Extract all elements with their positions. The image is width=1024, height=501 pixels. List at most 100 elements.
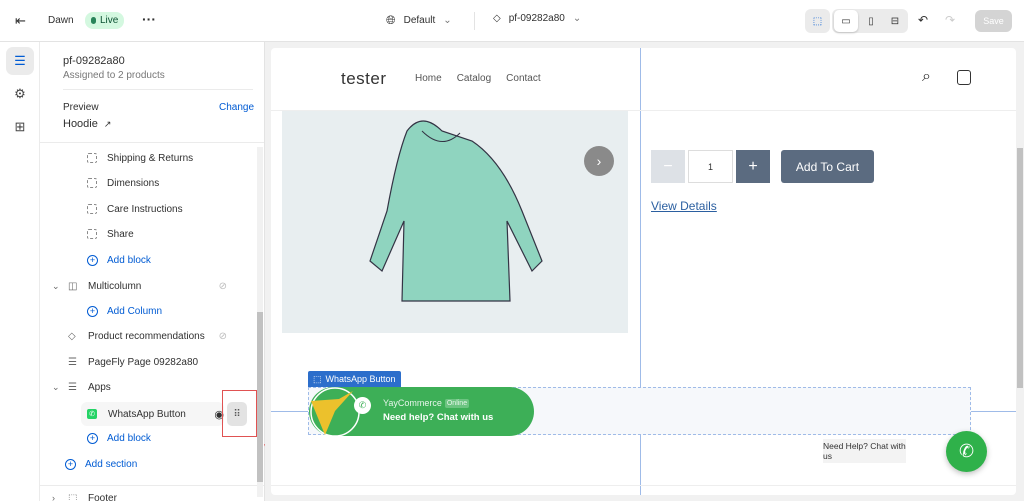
block-item[interactable]: Shipping & Returns: [87, 148, 193, 168]
desktop-view-button[interactable]: ▭: [834, 10, 858, 32]
fullwidth-icon: ⊟: [890, 15, 900, 27]
template-selector[interactable]: 🌐︎ Default ⌄: [386, 13, 452, 28]
cart-icon[interactable]: [957, 70, 971, 85]
sections-button[interactable]: ☰: [6, 47, 34, 75]
undo-icon[interactable]: ↶: [918, 13, 928, 27]
section-icon: ☰: [68, 356, 77, 368]
chevron-down-icon: ⌄: [52, 381, 60, 392]
section-apps[interactable]: ⌄ ☰ Apps: [52, 377, 111, 397]
store-logo[interactable]: tester: [341, 69, 387, 89]
mobile-icon: ▯: [868, 15, 874, 27]
tag-icon: ◇: [493, 13, 501, 24]
qty-decrease-button[interactable]: −: [651, 150, 685, 183]
block-item[interactable]: Dimensions: [87, 173, 159, 193]
canvas-scrollbar[interactable]: [1016, 48, 1024, 495]
page-name: pf-09282a80: [63, 55, 125, 67]
section-pagefly[interactable]: ☰ PageFly Page 09282a80: [68, 352, 198, 372]
divider: [271, 485, 1016, 486]
desktop-icon: ▭: [841, 15, 851, 27]
search-icon[interactable]: ⌕: [922, 68, 931, 86]
inspector-button[interactable]: ⬚: [805, 9, 830, 33]
product-image: ›: [282, 111, 628, 333]
section-footer[interactable]: › ⬚ Footer: [52, 488, 117, 501]
qty-input[interactable]: 1: [688, 150, 733, 183]
template-label: Default: [403, 15, 436, 26]
exit-icon[interactable]: ⇤: [15, 13, 26, 29]
plus-icon: +: [87, 432, 98, 444]
brand-line: YayCommerce Online: [383, 398, 470, 408]
settings-button[interactable]: ⚙: [6, 80, 34, 108]
selected-block-tag[interactable]: ⬚ WhatsApp Button: [308, 371, 401, 387]
fullwidth-view-button[interactable]: ⊟: [884, 10, 906, 32]
block-item[interactable]: Share: [87, 224, 134, 244]
columns-icon: ◫: [68, 280, 78, 292]
qty-increase-button[interactable]: +: [736, 150, 770, 183]
preview-label: Preview: [63, 102, 99, 113]
next-image-button[interactable]: ›: [584, 146, 614, 176]
section-label: Apps: [88, 381, 111, 393]
chevron-right-icon: ›: [52, 493, 55, 501]
save-button[interactable]: Save: [975, 10, 1012, 32]
nav-home[interactable]: Home: [415, 73, 442, 84]
change-link[interactable]: Change: [219, 102, 254, 113]
store-nav: Home Catalog Contact: [415, 73, 541, 84]
scrollbar-thumb[interactable]: [1017, 148, 1023, 388]
plus-icon: +: [65, 458, 76, 470]
hidden-eye-icon[interactable]: ⊘: [219, 331, 227, 342]
plus-icon: +: [87, 305, 98, 317]
preview-product-link[interactable]: Hoodie ↗: [63, 118, 111, 130]
divider: [474, 12, 475, 30]
section-icon: ⬚: [68, 492, 78, 501]
block-label: WhatsApp Button: [108, 408, 186, 420]
block-item[interactable]: Care Instructions: [87, 199, 183, 219]
section-label: PageFly Page 09282a80: [88, 356, 199, 368]
hidden-eye-icon[interactable]: ⊘: [219, 281, 227, 292]
page-selector[interactable]: ◇ pf-09282a80 ⌄: [493, 13, 581, 24]
gear-icon: ⚙: [14, 86, 26, 101]
more-icon[interactable]: ···: [142, 11, 156, 27]
nav-catalog[interactable]: Catalog: [457, 73, 491, 84]
view-details-link[interactable]: View Details: [651, 199, 717, 213]
section-multicolumn[interactable]: ⌄ ◫ Multicolumn ⊘: [52, 276, 227, 296]
block-icon: [87, 229, 97, 239]
add-block-button[interactable]: + Add block: [87, 428, 151, 448]
add-section-label: Add section: [85, 458, 138, 470]
block-icon: [87, 178, 97, 188]
nav-contact[interactable]: Contact: [506, 73, 540, 84]
divider: [63, 89, 253, 90]
globe-icon: 🌐︎: [386, 13, 396, 27]
redo-icon[interactable]: ↷: [945, 13, 955, 27]
divider: [40, 142, 264, 143]
section-label: Product recommendations: [88, 330, 205, 342]
brand-name: YayCommerce: [383, 398, 442, 408]
add-block-button[interactable]: + Add block: [87, 250, 151, 270]
assigned-text: Assigned to 2 products: [63, 70, 165, 81]
highlight-box: [222, 390, 257, 437]
section-label: Footer: [88, 492, 117, 501]
floating-whatsapp-button[interactable]: ✆: [946, 431, 987, 472]
store-page: tester Home Catalog Contact ⌕ › − 1 + Add …: [271, 48, 1016, 495]
whatsapp-icon: ✆: [958, 441, 975, 461]
plus-icon: +: [87, 254, 98, 266]
sidebar: pf-09282a80 Assigned to 2 products Previ…: [40, 42, 265, 501]
avatar: [310, 387, 360, 437]
whatsapp-chat-button[interactable]: ✆ YayCommerce Online Need help? Chat with…: [309, 387, 534, 437]
add-section-button[interactable]: + Add section: [65, 454, 137, 474]
add-to-cart-button[interactable]: Add To Cart: [781, 150, 874, 183]
chevron-down-icon: ⌄: [52, 280, 60, 291]
block-label: Share: [107, 228, 134, 240]
hoodie-image: [369, 120, 543, 302]
block-icon: [87, 153, 97, 163]
block-tag-label: WhatsApp Button: [325, 374, 396, 384]
block-icon: ⬚: [313, 373, 322, 384]
tag-icon: ◇: [68, 330, 76, 342]
block-icon: [87, 204, 97, 214]
section-label: Multicolumn: [88, 280, 142, 292]
mobile-view-button[interactable]: ▯: [860, 10, 882, 32]
section-product-recommendations[interactable]: ◇ Product recommendations ⊘: [68, 326, 227, 346]
apps-button[interactable]: ⊞: [6, 113, 34, 141]
add-column-button[interactable]: + Add Column: [87, 301, 162, 321]
status-text: Live: [100, 15, 119, 26]
preview-product: Hoodie: [63, 118, 98, 130]
app-block-whatsapp[interactable]: ✆ WhatsApp Button ◉: [81, 402, 224, 426]
